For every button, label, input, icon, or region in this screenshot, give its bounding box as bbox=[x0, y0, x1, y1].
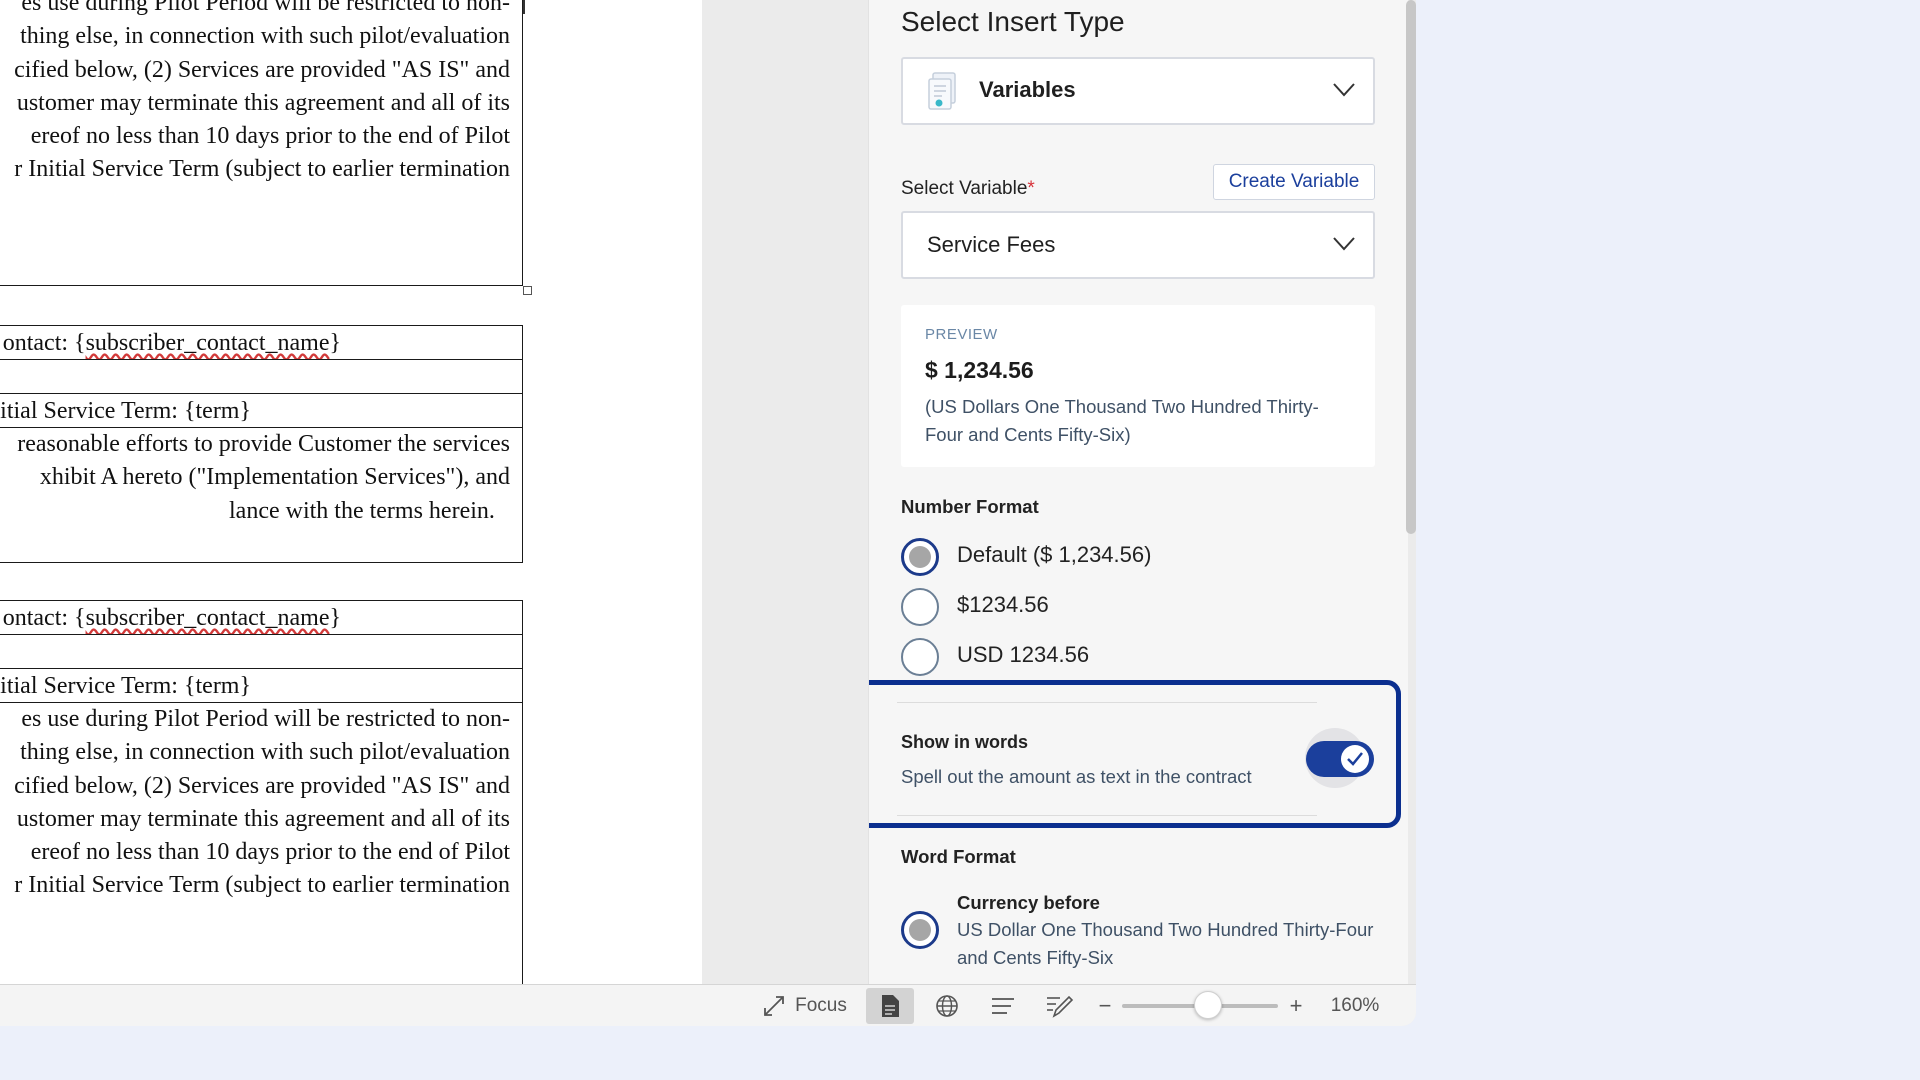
implementation-text: reasonable efforts to provide Customer t… bbox=[17, 431, 510, 524]
table-cell-term-2[interactable]: itial Service Term: {term} bbox=[0, 668, 523, 704]
number-format-radio-usd[interactable] bbox=[901, 638, 939, 676]
number-format-option-usd[interactable]: USD 1234.56 bbox=[957, 642, 1089, 668]
panel-scrollbar[interactable] bbox=[1406, 0, 1416, 534]
expand-icon bbox=[764, 996, 785, 1016]
number-format-label: Number Format bbox=[901, 496, 1039, 517]
zoom-slider-thumb[interactable] bbox=[1193, 991, 1222, 1019]
pen-lines-icon bbox=[1047, 995, 1074, 1018]
pilot-terms-text-2: es use during Pilot Period will be restr… bbox=[14, 706, 510, 899]
table-cell-implementation[interactable]: reasonable efforts to provide Customer t… bbox=[0, 427, 523, 563]
insert-type-value: Variables bbox=[979, 77, 1076, 102]
number-format-radio-default[interactable] bbox=[901, 538, 939, 576]
insert-type-dropdown[interactable]: Variables bbox=[901, 57, 1375, 125]
select-variable-label: Select Variable* bbox=[901, 178, 1035, 199]
number-format-option-default[interactable]: Default ($ 1,234.56) bbox=[957, 542, 1151, 568]
variables-icon bbox=[928, 72, 956, 110]
web-layout-button[interactable] bbox=[930, 985, 964, 1026]
word-format-label: Word Format bbox=[901, 846, 1016, 867]
contact-placeholder: subscriber_contact_name bbox=[85, 330, 330, 356]
table-cell-empty[interactable] bbox=[0, 359, 523, 395]
globe-icon bbox=[936, 995, 958, 1017]
outline-icon bbox=[992, 998, 1014, 1014]
preview-label: PREVIEW bbox=[925, 326, 998, 343]
required-marker: * bbox=[1027, 178, 1035, 199]
document-icon bbox=[882, 995, 899, 1017]
pilot-terms-text: es use during Pilot Period will be restr… bbox=[14, 0, 510, 183]
text-caret bbox=[523, 0, 525, 14]
preview-words: (US Dollars One Thousand Two Hundred Thi… bbox=[925, 396, 1319, 445]
highlight-box bbox=[869, 680, 1401, 828]
word-window: es use during Pilot Period will be restr… bbox=[0, 0, 1416, 1026]
table-cell-contact[interactable]: ontact: {subscriber_contact_name} bbox=[0, 325, 523, 361]
table-cell-pilot-terms-2[interactable]: es use during Pilot Period will be restr… bbox=[0, 702, 523, 984]
focus-button[interactable]: Focus bbox=[750, 985, 860, 1026]
table-cell-contact-2[interactable]: ontact: {subscriber_contact_name} bbox=[0, 600, 523, 636]
word-format-radio-currency-before[interactable] bbox=[901, 911, 939, 949]
table-cell-pilot-terms[interactable]: es use during Pilot Period will be restr… bbox=[0, 0, 523, 286]
word-format-option-desc: US Dollar One Thousand Two Hundred Thirt… bbox=[957, 919, 1374, 968]
word-format-option-title[interactable]: Currency before bbox=[957, 892, 1100, 914]
variable-dropdown[interactable]: Service Fees bbox=[901, 211, 1375, 279]
insert-panel: Select Insert Type Variables Select Vari… bbox=[868, 0, 1408, 984]
document-canvas-margin bbox=[702, 0, 868, 984]
draft-view-button[interactable] bbox=[1042, 985, 1078, 1026]
preview-amount: $ 1,234.56 bbox=[925, 357, 1034, 383]
number-format-radio-plain[interactable] bbox=[901, 588, 939, 626]
table-cell-empty-2[interactable] bbox=[0, 634, 523, 670]
preview-card: PREVIEW $ 1,234.56 (US Dollars One Thous… bbox=[901, 305, 1375, 467]
outline-view-button[interactable] bbox=[986, 985, 1020, 1026]
print-layout-button[interactable] bbox=[866, 988, 914, 1024]
contact-placeholder: subscriber_contact_name bbox=[85, 605, 330, 631]
table-resize-handle[interactable] bbox=[523, 286, 532, 295]
zoom-level[interactable]: 160% bbox=[1320, 985, 1390, 1026]
chevron-down-icon bbox=[1333, 83, 1355, 97]
panel-title: Select Insert Type bbox=[901, 6, 1125, 37]
focus-label: Focus bbox=[795, 995, 847, 1016]
chevron-down-icon bbox=[1333, 237, 1355, 251]
number-format-option-plain[interactable]: $1234.56 bbox=[957, 592, 1049, 618]
document-page[interactable]: es use during Pilot Period will be restr… bbox=[0, 0, 702, 984]
zoom-out-button[interactable]: − bbox=[1094, 985, 1116, 1026]
table-cell-term[interactable]: itial Service Term: {term} bbox=[0, 393, 523, 429]
variable-value: Service Fees bbox=[927, 232, 1056, 257]
create-variable-button[interactable]: Create Variable bbox=[1213, 164, 1375, 200]
zoom-in-button[interactable]: + bbox=[1284, 985, 1308, 1026]
